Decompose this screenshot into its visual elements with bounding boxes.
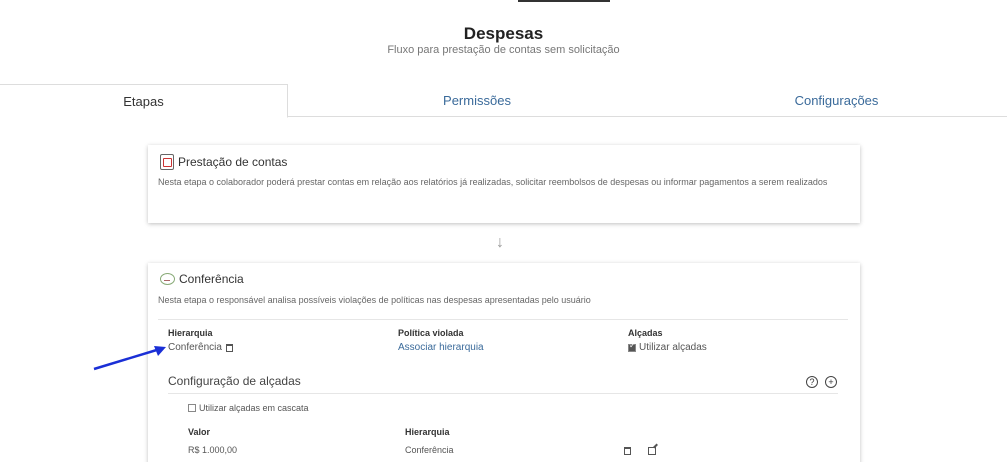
help-icon[interactable]: ? — [806, 376, 818, 388]
step-card-header: Prestação de contas — [160, 154, 287, 170]
document-icon — [160, 154, 174, 170]
associar-hierarquia-link[interactable]: Associar hierarquia — [398, 342, 484, 353]
cascade-checkbox-label: Utilizar alçadas em cascata — [199, 403, 309, 413]
hierarquia-label: Hierarquia — [168, 328, 213, 338]
col-header-hierarquia: Hierarquia — [405, 427, 450, 437]
arrow-down-icon: ↓ — [496, 234, 504, 251]
step-description: Nesta etapa o colaborador poderá prestar… — [158, 177, 828, 187]
row-valor: R$ 1.000,00 — [188, 445, 238, 455]
step-card-conferencia: Conferência Nesta etapa o responsável an… — [148, 263, 860, 462]
col-header-valor: Valor — [188, 427, 211, 437]
add-icon[interactable]: + — [825, 376, 837, 388]
tab-bar: Etapas Permissões Configurações — [0, 84, 1007, 118]
hierarquia-value: Conferência — [168, 342, 233, 353]
politica-label: Política violada — [398, 328, 464, 338]
cascade-checkbox[interactable] — [188, 404, 196, 412]
trash-icon[interactable] — [624, 447, 631, 455]
step-card-prestacao: Prestação de contas Nesta etapa o colabo… — [148, 145, 860, 223]
config-alcadas-title: Configuração de alçadas — [168, 374, 301, 388]
alcadas-checkbox[interactable] — [628, 341, 636, 352]
page-subtitle: Fluxo para prestação de contas sem solic… — [387, 44, 620, 56]
step-card-header: Conferência — [160, 272, 244, 286]
trash-icon[interactable] — [225, 343, 233, 352]
tab-etapas[interactable]: Etapas — [0, 84, 288, 118]
alcadas-value: Utilizar alçadas — [628, 341, 707, 353]
tab-configuracoes[interactable]: Configurações — [666, 84, 1007, 117]
divider — [158, 319, 848, 320]
annotation-arrow-icon — [93, 346, 166, 371]
hierarquia-text: Conferência — [168, 342, 222, 353]
edit-icon[interactable] — [648, 447, 656, 455]
politica-value: Associar hierarquia — [398, 342, 484, 353]
review-icon — [160, 273, 175, 285]
tab-permissoes[interactable]: Permissões — [288, 84, 666, 117]
divider — [168, 393, 838, 394]
alcadas-label: Alçadas — [628, 328, 663, 338]
row-hierarquia: Conferência — [405, 445, 454, 455]
cascade-option: Utilizar alçadas em cascata — [188, 403, 309, 413]
top-underline — [518, 0, 610, 2]
page-title: Despesas — [463, 24, 544, 43]
step-title: Prestação de contas — [178, 155, 288, 169]
step-description: Nesta etapa o responsável analisa possív… — [158, 295, 591, 305]
alcadas-checkbox-label: Utilizar alçadas — [639, 342, 707, 353]
step-title: Conferência — [179, 272, 244, 286]
